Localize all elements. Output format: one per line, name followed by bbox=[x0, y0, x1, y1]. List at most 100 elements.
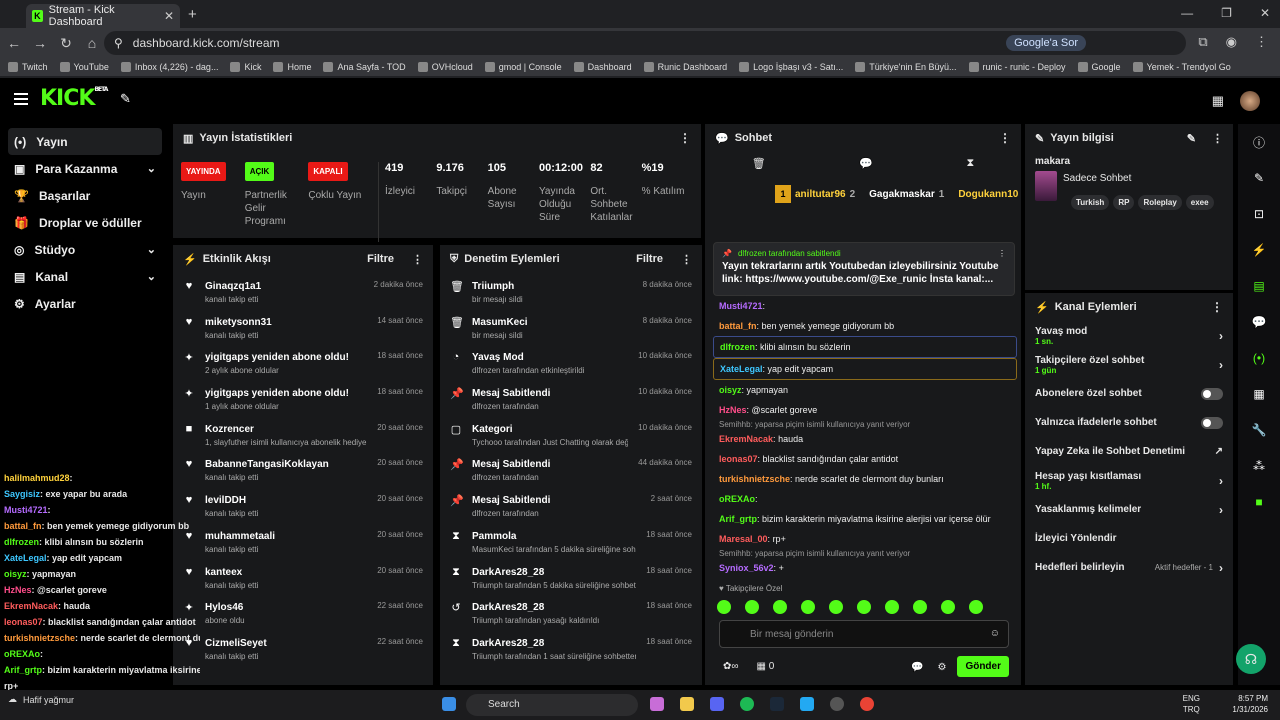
emote-icon[interactable] bbox=[773, 600, 787, 614]
bookmark-item[interactable]: YouTube bbox=[59, 62, 109, 72]
sidebar-item-3[interactable]: 🎁 Droplar ve ödüller bbox=[0, 209, 170, 236]
windows-start-icon[interactable] bbox=[442, 697, 456, 711]
wrench-icon[interactable]: 🔧 bbox=[1238, 412, 1280, 448]
channel-action-row[interactable]: Hedefleri belirleyin Aktif hedefler - 1 › bbox=[1025, 553, 1233, 582]
emote-icon[interactable] bbox=[801, 600, 815, 614]
more-icon[interactable]: ⋮ bbox=[999, 131, 1011, 145]
maximize-icon[interactable]: ❐ bbox=[1221, 6, 1232, 20]
chat-input[interactable]: Bir mesaj gönderin ☺ bbox=[719, 620, 1009, 648]
wallet-icon[interactable]: ▦ bbox=[1212, 93, 1224, 109]
channel-action-row[interactable]: İzleyici Yönlendir bbox=[1025, 524, 1233, 553]
taskbar-search[interactable]: Search bbox=[466, 694, 638, 716]
external-link-icon[interactable]: ↗ bbox=[1215, 446, 1223, 457]
channel-action-row[interactable]: Takipçilere özel sohbet 1 gün › bbox=[1025, 350, 1233, 379]
channel-action-row[interactable]: Abonelere özel sohbet bbox=[1025, 379, 1233, 408]
moderation-row[interactable]: ▢ Kategori Tychooo tarafından Just Chattin… bbox=[440, 416, 702, 452]
more-icon[interactable]: ⋮ bbox=[1212, 132, 1223, 145]
reload-icon[interactable]: ↻ bbox=[54, 35, 78, 52]
moderation-row[interactable]: 📌 Mesaj Sabitlendi dlfrozen tarafından 2 sa… bbox=[440, 487, 702, 523]
kicks-icon[interactable]: ✿∞ bbox=[723, 661, 739, 672]
chat-bubble-icon[interactable]: 💬 bbox=[911, 662, 923, 673]
activity-row[interactable]: ♥ CizmeliSeyet kanalı takip etti 22 saat ön… bbox=[173, 630, 433, 666]
emoji-icon[interactable]: ☺ bbox=[990, 628, 1000, 639]
moderation-row[interactable]: 🗑 Triiumph bir mesajı sildi 8 dakika önce bbox=[440, 273, 702, 309]
chevron-right-icon[interactable]: › bbox=[1219, 474, 1223, 488]
chat-username[interactable]: leonas07 bbox=[719, 454, 758, 464]
more-icon[interactable]: ⋮ bbox=[1211, 300, 1223, 314]
forward-icon[interactable]: → bbox=[28, 35, 52, 51]
gear-icon[interactable]: ⚙ bbox=[937, 662, 946, 673]
help-icon[interactable]: ☊ bbox=[1236, 644, 1266, 674]
chat-username[interactable]: Arif_grtp bbox=[719, 514, 757, 524]
chat-message[interactable]: Maresal_00: rp+ bbox=[713, 529, 1017, 549]
pinned-message[interactable]: 📌 dlfrozen tarafından sabitlendi ⋮ Yayın t… bbox=[713, 242, 1015, 296]
chat-username[interactable]: dlfrozen bbox=[720, 342, 755, 352]
copilot-icon[interactable] bbox=[650, 697, 664, 711]
toggle-switch[interactable] bbox=[1201, 416, 1223, 429]
chat-username[interactable]: turkishnietzsche bbox=[719, 474, 790, 484]
emote-icon[interactable] bbox=[829, 600, 843, 614]
chat-username[interactable]: oisyz bbox=[719, 385, 742, 395]
chat-message[interactable]: leonas07: blacklist sandığından çalar an… bbox=[713, 449, 1017, 469]
chat-username[interactable]: Musti4721 bbox=[719, 301, 763, 311]
tag-chip[interactable]: exee bbox=[1185, 195, 1214, 210]
moderation-row[interactable]: 🗑 MasumKeci bir mesajı sildi 8 dakika önce bbox=[440, 309, 702, 345]
plugin-icon[interactable]: ■ bbox=[1238, 484, 1280, 520]
bookmark-item[interactable]: Inbox (4,226) - dag... bbox=[120, 62, 218, 72]
avatar[interactable] bbox=[1240, 91, 1260, 111]
sidebar-item-2[interactable]: 🏆 Başarılar bbox=[0, 182, 170, 209]
folder-icon[interactable] bbox=[680, 697, 694, 711]
clipboard-icon[interactable]: ▦ bbox=[1238, 376, 1280, 412]
chat-message[interactable]: Arif_grtp: bizim karakterin miyavlatma i… bbox=[713, 509, 1017, 529]
bookmark-item[interactable]: Twitch bbox=[8, 62, 48, 72]
emote-icon[interactable] bbox=[885, 600, 899, 614]
emote-icon[interactable] bbox=[745, 600, 759, 614]
chat-username[interactable]: XateLegal bbox=[720, 364, 763, 374]
home-icon[interactable]: ⌂ bbox=[80, 35, 104, 51]
spotify-icon[interactable] bbox=[740, 697, 754, 711]
clock[interactable]: 8:57 PM 1/31/2026 bbox=[1232, 693, 1268, 715]
pin-icon[interactable]: ✎ bbox=[120, 91, 131, 107]
activity-row[interactable]: ♥ miketysonn31 kanalı takip etti 14 saat ön… bbox=[173, 309, 433, 345]
activity-row[interactable]: ♥ muhammetaali kanalı takip etti 20 saat ön… bbox=[173, 523, 433, 559]
chat-message[interactable]: XateLegal: yap edit yapcam bbox=[713, 358, 1017, 380]
tag-chip[interactable]: Turkish bbox=[1071, 195, 1110, 210]
sidebar-item-6[interactable]: ⚙ Ayarlar bbox=[0, 290, 170, 317]
tag-chip[interactable]: Roleplay bbox=[1138, 195, 1182, 210]
edit-icon[interactable]: ✎ bbox=[1187, 132, 1196, 145]
top-chatter[interactable]: Dogukann101 bbox=[958, 178, 1021, 210]
activity-row[interactable]: ♥ Ginaqzq1a1 kanalı takip etti 2 dakika önc… bbox=[173, 273, 433, 309]
bookmark-item[interactable]: Logo İşbaşı v3 - Satı... bbox=[739, 62, 843, 72]
category-thumbnail[interactable] bbox=[1035, 171, 1057, 201]
moderation-filter-button[interactable]: Filtre bbox=[636, 253, 663, 265]
chat-message[interactable]: EkremNacak: hauda bbox=[713, 429, 1017, 449]
menu-icon[interactable]: ⋮ bbox=[1255, 34, 1268, 50]
chat-message[interactable]: turkishnietzsche: nerde scarlet de clerm… bbox=[713, 469, 1017, 489]
bookmark-item[interactable]: Runic Dashboard bbox=[643, 62, 727, 72]
info-icon[interactable]: ⓘ bbox=[1238, 124, 1280, 160]
activity-row[interactable]: ✦ yigitgaps yeniden abone oldu! 1 aylık ab… bbox=[173, 380, 433, 416]
channel-action-row[interactable]: Yapay Zeka ile Sohbet Denetimi ↗ bbox=[1025, 437, 1233, 466]
emote-icon[interactable] bbox=[969, 600, 983, 614]
url-field[interactable]: ⚲ dashboard.kick.com/stream Google'a Sor bbox=[104, 31, 1186, 55]
site-info-icon[interactable]: ⚲ bbox=[114, 36, 123, 50]
chevron-down-icon[interactable]: ⌄ bbox=[147, 270, 156, 283]
chevron-right-icon[interactable]: › bbox=[1219, 329, 1223, 343]
bookmark-item[interactable]: runic - runic - Deploy bbox=[968, 62, 1066, 72]
more-icon[interactable]: ⋮ bbox=[412, 253, 423, 266]
activity-row[interactable]: ✦ yigitgaps yeniden abone oldu! 2 aylık ab… bbox=[173, 344, 433, 380]
top-chatter[interactable]: Gagakmaskar 1 bbox=[869, 178, 944, 210]
extensions-icon[interactable]: ⧉ bbox=[1198, 34, 1207, 50]
chat-message[interactable]: HzNes: @scarlet goreve bbox=[713, 400, 1017, 420]
emote-icon[interactable] bbox=[941, 600, 955, 614]
chat-username[interactable]: Maresal_00 bbox=[719, 534, 768, 544]
sidebar-item-0[interactable]: (•) Yayın bbox=[8, 128, 162, 155]
chat-username[interactable]: oREXAo bbox=[719, 494, 755, 504]
emote-icon[interactable] bbox=[717, 600, 731, 614]
broadcast-icon[interactable]: (•) bbox=[1238, 340, 1280, 376]
more-icon[interactable]: ⋮ bbox=[998, 247, 1006, 260]
camera-icon[interactable]: ⊡ bbox=[1238, 196, 1280, 232]
channel-action-row[interactable]: Yavaş mod 1 sn. › bbox=[1025, 321, 1233, 350]
more-icon[interactable]: ⋮ bbox=[679, 131, 691, 145]
discord-icon[interactable] bbox=[710, 697, 724, 711]
